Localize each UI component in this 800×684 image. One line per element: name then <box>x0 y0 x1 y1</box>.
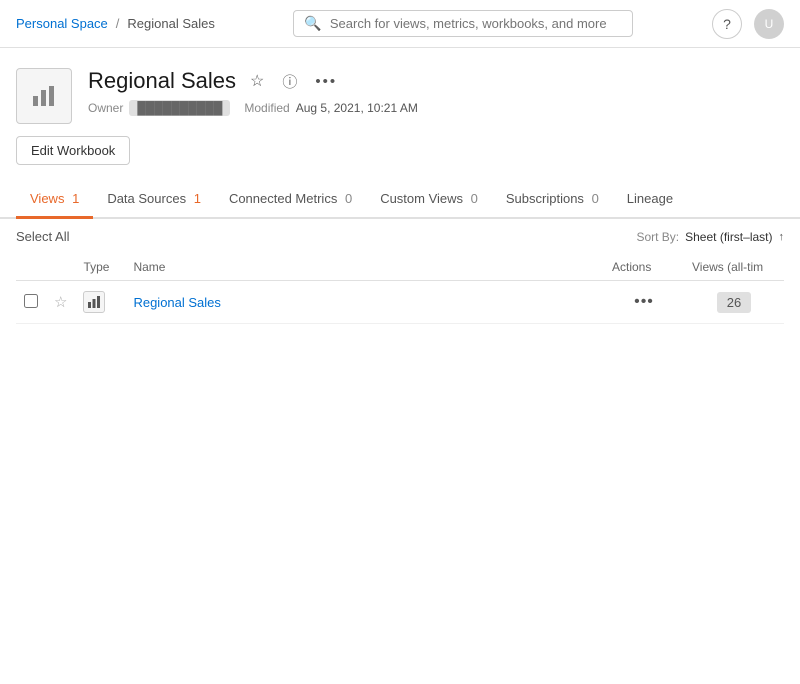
breadcrumb-separator: / <box>116 16 120 31</box>
help-icon: ? <box>723 16 731 32</box>
col-header-views: Views (all-tim <box>684 254 784 281</box>
tab-customviews-label: Custom Views <box>380 191 463 206</box>
header: Personal Space / Regional Sales 🔍 ? U <box>0 0 800 48</box>
tab-metrics-count: 0 <box>345 191 352 206</box>
avatar[interactable]: U <box>754 9 784 39</box>
modified-date: Aug 5, 2021, 10:21 AM <box>296 101 418 115</box>
ellipsis-icon: ••• <box>315 73 337 90</box>
row-star-cell: ☆ <box>46 281 75 324</box>
table-header: Type Name Actions Views (all-tim <box>16 254 784 281</box>
workbook-header: Regional Sales ☆ ⓘ ••• Owner ██████████ … <box>0 48 800 136</box>
col-header-star <box>46 254 75 281</box>
tab-lineage-label: Lineage <box>627 191 673 206</box>
tabs-bar: Views 1 Data Sources 1 Connected Metrics… <box>0 181 800 219</box>
row-ellipsis-icon: ••• <box>634 293 654 310</box>
tab-customviews[interactable]: Custom Views 0 <box>366 181 492 219</box>
row-views-cell: 26 <box>684 281 784 324</box>
col-header-type: Type <box>75 254 125 281</box>
edit-btn-row: Edit Workbook <box>0 136 800 181</box>
col-header-name: Name <box>125 254 604 281</box>
search-input[interactable] <box>330 16 623 31</box>
sort-row: Sort By: Sheet (first–last) ↑ <box>636 230 784 244</box>
row-favorite-button[interactable]: ☆ <box>54 293 67 311</box>
table-body: ☆ Regional Sales <box>16 281 784 324</box>
tab-views-label: Views <box>30 191 64 206</box>
views-table: Type Name Actions Views (all-tim ☆ <box>16 254 784 324</box>
content-area: Select All Sort By: Sheet (first–last) ↑… <box>0 219 800 324</box>
tab-subscriptions[interactable]: Subscriptions 0 <box>492 181 613 219</box>
tab-metrics[interactable]: Connected Metrics 0 <box>215 181 366 219</box>
breadcrumb-regional-sales: Regional Sales <box>127 16 214 31</box>
tab-subscriptions-label: Subscriptions <box>506 191 584 206</box>
workbook-meta: Owner ██████████ Modified Aug 5, 2021, 1… <box>88 100 784 116</box>
breadcrumb-personal-space[interactable]: Personal Space <box>16 16 108 31</box>
table-row: ☆ Regional Sales <box>16 281 784 324</box>
bar-chart-icon <box>87 295 101 309</box>
row-actions-cell: ••• <box>604 281 684 324</box>
row-checkbox-cell <box>16 281 46 324</box>
tab-subscriptions-count: 0 <box>592 191 599 206</box>
tab-datasources-label: Data Sources <box>107 191 186 206</box>
modified-label: Modified <box>244 101 289 115</box>
sort-label: Sort By: <box>636 230 679 244</box>
favorite-button[interactable]: ☆ <box>246 69 268 93</box>
workbook-info: Regional Sales ☆ ⓘ ••• Owner ██████████ … <box>88 68 784 116</box>
tab-customviews-count: 0 <box>471 191 478 206</box>
controls-row: Select All Sort By: Sheet (first–last) ↑ <box>16 219 784 254</box>
owner-label: Owner <box>88 101 123 115</box>
owner-name: ██████████ <box>129 100 230 116</box>
tab-datasources-count: 1 <box>194 191 201 206</box>
row-type-icon <box>83 291 105 313</box>
search-bar[interactable]: 🔍 <box>293 10 633 37</box>
tab-views[interactable]: Views 1 <box>16 181 93 219</box>
search-icon: 🔍 <box>304 15 321 32</box>
col-header-checkbox <box>16 254 46 281</box>
info-icon: ⓘ <box>282 71 297 92</box>
star-icon: ☆ <box>250 71 264 91</box>
workbook-title: Regional Sales <box>88 68 236 94</box>
info-button[interactable]: ⓘ <box>278 69 301 94</box>
col-header-actions: Actions <box>604 254 684 281</box>
workbook-chart-icon <box>30 82 58 110</box>
tab-lineage[interactable]: Lineage <box>613 181 687 219</box>
row-name-link[interactable]: Regional Sales <box>133 295 220 310</box>
breadcrumb: Personal Space / Regional Sales <box>16 16 215 31</box>
edit-workbook-button[interactable]: Edit Workbook <box>16 136 130 165</box>
sort-value-button[interactable]: Sheet (first–last) <box>685 230 772 244</box>
row-actions-button[interactable]: ••• <box>628 291 660 313</box>
select-all-button[interactable]: Select All <box>16 229 69 244</box>
row-name-cell: Regional Sales <box>125 281 604 324</box>
row-star-icon: ☆ <box>54 294 67 311</box>
row-type-cell <box>75 281 125 324</box>
sort-direction-icon[interactable]: ↑ <box>779 231 785 243</box>
tab-metrics-label: Connected Metrics <box>229 191 337 206</box>
tab-datasources[interactable]: Data Sources 1 <box>93 181 215 219</box>
row-views-badge: 26 <box>717 292 751 313</box>
help-button[interactable]: ? <box>712 9 742 39</box>
tab-views-count: 1 <box>72 191 79 206</box>
more-options-button[interactable]: ••• <box>311 71 341 92</box>
workbook-thumbnail <box>16 68 72 124</box>
row-checkbox[interactable] <box>24 294 38 308</box>
header-actions: ? U <box>712 9 784 39</box>
workbook-title-row: Regional Sales ☆ ⓘ ••• <box>88 68 784 94</box>
